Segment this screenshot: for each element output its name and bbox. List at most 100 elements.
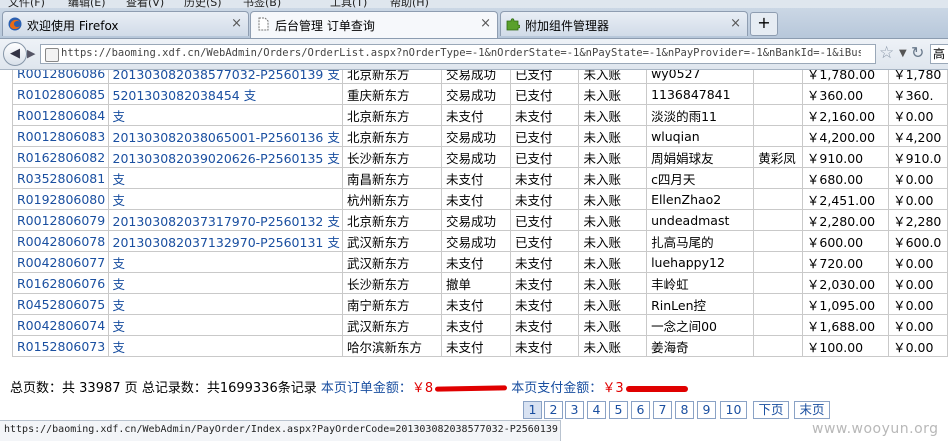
pay-order-link[interactable]: 支 <box>107 293 344 315</box>
pay-state-cell: 已支付 <box>509 146 580 168</box>
username-cell: 丰岭虹 <box>646 272 755 294</box>
username-cell: c四月天 <box>646 167 755 189</box>
account-state-cell: 未入账 <box>578 272 648 294</box>
branch-cell: 北京新东方 <box>342 125 442 147</box>
tab-welcome-firefox[interactable]: 欢迎使用 Firefox × <box>2 11 249 36</box>
pay-order-link[interactable]: 20130308203806500​1-P2560136 支 <box>107 125 344 147</box>
order-id-link[interactable]: R0352806081 <box>12 167 109 189</box>
search-box[interactable]: 高 <box>930 44 948 64</box>
order-id-link[interactable]: R0012806084 <box>12 104 109 126</box>
account-state-cell: 未入账 <box>578 335 648 357</box>
pay-order-link[interactable]: 20130308203857703​2-P2560139 支 <box>107 70 344 84</box>
pay-order-link[interactable]: 支 <box>107 314 344 336</box>
table-row: R0162806076 支长沙新东方 撤单 未支付 未入账 丰岭虹 ￥2,030.00 ￥0.… <box>12 272 948 294</box>
menu-bookmarks[interactable]: 书签(B) <box>243 0 281 8</box>
page-link-2[interactable]: 2 <box>544 401 563 419</box>
paid-amount-cell: ￥0.00 <box>888 293 948 315</box>
order-id-link[interactable]: R0012806086 <box>12 70 109 84</box>
branch-cell: 长沙新东方 <box>342 272 442 294</box>
pay-state-cell: 未支付 <box>509 167 580 189</box>
firefox-icon <box>8 17 22 31</box>
order-id-link[interactable]: R0452806075 <box>12 293 109 315</box>
redaction-mark <box>625 385 688 392</box>
page-link-8[interactable]: 8 <box>675 401 694 419</box>
close-icon[interactable]: × <box>480 16 491 31</box>
pay-order-link[interactable]: 支 <box>107 188 344 210</box>
order-id-link[interactable]: R0042806074 <box>12 314 109 336</box>
page-link-6[interactable]: 6 <box>631 401 650 419</box>
page-link-10[interactable]: 10 <box>720 401 747 419</box>
pay-order-link[interactable]: 20130308203731797​0-P2560132 支 <box>107 209 344 231</box>
order-amount-cell: ￥1,688.00 <box>801 314 890 336</box>
username-cell: 扎高马尾的 <box>646 230 755 252</box>
tab-order-query[interactable]: 后台管理 订单查询 × <box>250 11 498 38</box>
order-id-link[interactable]: R0042806077 <box>12 251 109 273</box>
forward-button[interactable]: ▶ <box>27 46 39 62</box>
order-id-link[interactable]: R0012806083 <box>12 125 109 147</box>
page-link-4[interactable]: 4 <box>587 401 606 419</box>
account-state-cell: 未入账 <box>578 146 648 168</box>
page-link-3[interactable]: 3 <box>565 401 584 419</box>
menu-edit[interactable]: 编辑(E) <box>68 0 106 8</box>
pay-state-cell: 已支付 <box>509 70 580 84</box>
realname-cell <box>753 104 803 126</box>
order-amount-cell: ￥1,780.00 <box>801 70 890 84</box>
paid-amount-cell: ￥0.00 <box>888 272 948 294</box>
order-id-link[interactable]: R0012806079 <box>12 209 109 231</box>
order-id-link[interactable]: R0102806085 <box>12 83 109 105</box>
order-id-link[interactable]: R0162806082 <box>12 146 109 168</box>
username-cell: 姜海奇 <box>646 335 755 357</box>
history-dropdown-icon[interactable]: ▼ <box>899 48 907 59</box>
branch-cell: 重庆新东方 <box>342 83 442 105</box>
next-page-link[interactable]: 下页 <box>753 401 789 419</box>
page-link-9[interactable]: 9 <box>697 401 716 419</box>
realname-cell <box>753 125 803 147</box>
branch-cell: 武汉新东方 <box>342 230 442 252</box>
pay-order-link[interactable]: 支 <box>107 104 344 126</box>
last-page-link[interactable]: 末页 <box>794 401 830 419</box>
tab-addons-manager[interactable]: 附加组件管理器 × <box>500 11 748 36</box>
order-amount-cell: ￥910.00 <box>801 146 890 168</box>
username-cell: 淡淡的雨11 <box>646 104 755 126</box>
table-row: R0042806078 20130308203713297​0-P2560131 … <box>12 230 948 252</box>
bookmark-star-icon[interactable]: ☆ <box>879 43 894 63</box>
page-link-5[interactable]: 5 <box>609 401 628 419</box>
table-row: R0042806077 支武汉新东方 未支付 未支付 未入账 luehappy12 ￥720… <box>12 251 948 273</box>
menu-file[interactable]: 文件(F) <box>8 0 45 8</box>
pay-order-link[interactable]: 20130308203902062​6-P2560135 支 <box>107 146 344 168</box>
realname-cell <box>753 293 803 315</box>
order-id-link[interactable]: R0192806080 <box>12 188 109 210</box>
pay-order-link[interactable]: 5201303082038454 支 <box>107 83 344 105</box>
order-id-link[interactable]: R0152806073 <box>12 335 109 357</box>
realname-cell <box>753 230 803 252</box>
branch-cell: 北京新东方 <box>342 209 442 231</box>
pay-order-link[interactable]: 20130308203713297​0-P2560131 支 <box>107 230 344 252</box>
close-icon[interactable]: × <box>231 16 242 31</box>
pay-order-link[interactable]: 支 <box>107 251 344 273</box>
page-link-1[interactable]: 1 <box>523 401 542 419</box>
order-id-link[interactable]: R0162806076 <box>12 272 109 294</box>
menu-tools[interactable]: 工具(T) <box>330 0 367 8</box>
reload-icon[interactable]: ↻ <box>911 43 924 62</box>
menu-help[interactable]: 帮助(H) <box>390 0 429 8</box>
page-order-amount-label: 本页订单金额： <box>320 381 412 396</box>
new-tab-button[interactable]: + <box>750 12 778 36</box>
page-link-7[interactable]: 7 <box>653 401 672 419</box>
realname-cell <box>753 167 803 189</box>
url-bar[interactable]: https://baoming.xdf.cn/WebAdmin/Orders/O… <box>40 44 876 64</box>
order-id-link[interactable]: R0042806078 <box>12 230 109 252</box>
url-text: https://baoming.xdf.cn/WebAdmin/Orders/O… <box>61 47 861 59</box>
paid-amount-cell: ￥0.00 <box>888 335 948 357</box>
pay-order-link[interactable]: 支 <box>107 272 344 294</box>
close-icon[interactable]: × <box>730 16 741 31</box>
account-state-cell: 未入账 <box>578 104 648 126</box>
pay-order-link[interactable]: 支 <box>107 335 344 357</box>
menu-history[interactable]: 历史(S) <box>184 0 222 8</box>
menu-view[interactable]: 查看(V) <box>126 0 164 8</box>
branch-cell: 武汉新东方 <box>342 251 442 273</box>
order-state-cell: 交易成功 <box>440 125 511 147</box>
pay-order-link[interactable]: 支 <box>107 167 344 189</box>
back-button[interactable]: ◀ <box>3 42 27 66</box>
site-identity-icon[interactable] <box>45 48 59 62</box>
page-icon <box>258 17 269 31</box>
